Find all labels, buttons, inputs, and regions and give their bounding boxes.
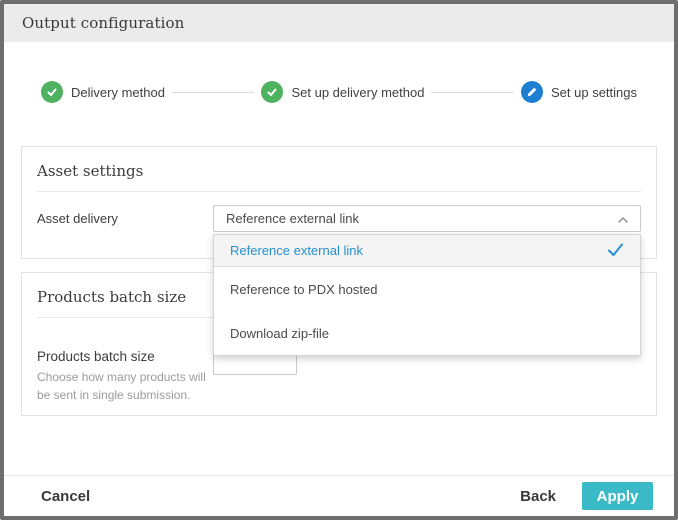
option-reference-to-pdx-hosted[interactable]: Reference to PDX hosted xyxy=(214,267,640,311)
chevron-up-icon xyxy=(618,210,628,228)
wizard-stepper: Delivery method Set up delivery method S… xyxy=(41,81,637,103)
check-icon xyxy=(41,81,63,103)
option-label: Reference to PDX hosted xyxy=(230,282,377,297)
option-download-zip-file[interactable]: Download zip-file xyxy=(214,311,640,355)
products-batch-size-label: Products batch size xyxy=(37,349,213,364)
step-label: Set up settings xyxy=(551,85,637,100)
asset-settings-heading: Asset settings xyxy=(37,162,641,192)
step-delivery-method[interactable]: Delivery method xyxy=(41,81,165,103)
step-label: Delivery method xyxy=(71,85,165,100)
check-icon xyxy=(261,81,283,103)
step-label: Set up delivery method xyxy=(291,85,424,100)
dialog-body: Delivery method Set up delivery method S… xyxy=(4,42,674,475)
asset-delivery-select[interactable]: Reference external link xyxy=(213,205,641,232)
asset-settings-section: Asset settings Asset delivery Reference … xyxy=(21,146,657,259)
step-set-up-delivery-method[interactable]: Set up delivery method xyxy=(261,81,424,103)
apply-button[interactable]: Apply xyxy=(582,482,653,510)
step-connector xyxy=(172,92,255,93)
asset-delivery-dropdown: Reference external link Reference to PDX… xyxy=(213,234,641,356)
selected-value: Reference external link xyxy=(226,211,359,226)
asset-delivery-select-wrap: Reference external link Reference extern… xyxy=(213,205,641,232)
products-batch-size-description: Choose how many products will be sent in… xyxy=(37,368,207,404)
dialog-footer: Cancel Back Apply xyxy=(4,475,674,516)
cancel-button[interactable]: Cancel xyxy=(41,488,90,505)
back-button[interactable]: Back xyxy=(520,488,556,505)
check-icon xyxy=(607,242,624,260)
asset-delivery-label: Asset delivery xyxy=(37,211,213,226)
output-configuration-dialog: Output configuration Delivery method Set… xyxy=(0,0,678,520)
option-label: Download zip-file xyxy=(230,326,329,341)
pencil-icon xyxy=(521,81,543,103)
step-set-up-settings[interactable]: Set up settings xyxy=(521,81,637,103)
option-label: Reference external link xyxy=(230,243,363,258)
step-connector xyxy=(431,92,514,93)
option-reference-external-link[interactable]: Reference external link xyxy=(214,235,640,267)
dialog-header: Output configuration xyxy=(4,4,674,42)
dialog-title: Output configuration xyxy=(22,14,184,32)
